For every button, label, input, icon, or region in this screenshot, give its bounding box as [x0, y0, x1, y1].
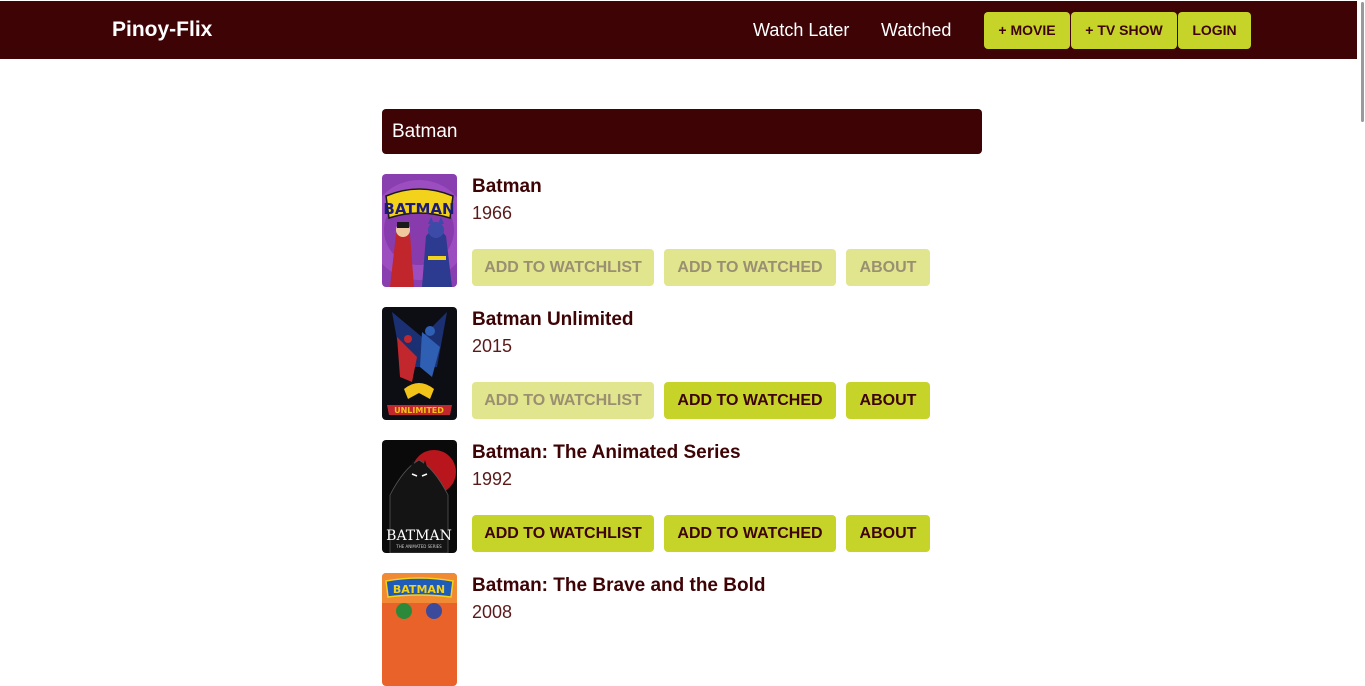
result-title[interactable]: Batman Unlimited: [472, 308, 634, 332]
result-title[interactable]: Batman: The Brave and the Bold: [472, 574, 766, 598]
poster-title-text: BATMAN: [383, 200, 454, 218]
nav-watched[interactable]: Watched: [881, 1, 951, 59]
brand-logo[interactable]: Pinoy-Flix: [112, 1, 212, 59]
poster-title-text: UNLIMITED: [394, 406, 444, 415]
result-year: 2015: [472, 336, 513, 356]
add-to-watchlist-button[interactable]: ADD TO WATCHLIST: [472, 382, 654, 419]
nav-watch-later[interactable]: Watch Later: [753, 1, 849, 59]
scrollbar[interactable]: [1357, 0, 1365, 610]
result-item: BATMAN Batman 1966 ADD TO WATCHLIST ADD …: [382, 174, 982, 287]
poster-image[interactable]: BATMAN: [382, 573, 457, 686]
result-title[interactable]: Batman: [472, 175, 542, 199]
scrollbar-thumb[interactable]: [1361, 2, 1364, 122]
about-button[interactable]: ABOUT: [846, 249, 930, 286]
result-title[interactable]: Batman: The Animated Series: [472, 441, 741, 465]
poster-title-text: BATMAN: [386, 528, 452, 544]
add-to-watchlist-button[interactable]: ADD TO WATCHLIST: [472, 249, 654, 286]
about-button[interactable]: ABOUT: [846, 515, 930, 552]
search-input[interactable]: Batman: [382, 109, 982, 154]
result-item: BATMAN THE ANIMATED SERIES Batman: The A…: [382, 440, 982, 553]
poster-image[interactable]: BATMAN: [382, 174, 457, 287]
add-movie-button[interactable]: + MOVIE: [984, 12, 1070, 49]
add-to-watched-button[interactable]: ADD TO WATCHED: [664, 249, 836, 286]
result-year: 1992: [472, 469, 513, 489]
navbar: Pinoy-Flix Watch Later Watched + MOVIE +…: [0, 1, 1365, 59]
result-item: UNLIMITED Batman Unlimited 2015 ADD TO W…: [382, 307, 982, 420]
add-to-watched-button[interactable]: ADD TO WATCHED: [664, 515, 836, 552]
poster-title-text: BATMAN: [393, 583, 445, 596]
result-item: BATMAN Batman: The Brave and the Bold 20…: [382, 573, 982, 686]
poster-image[interactable]: UNLIMITED: [382, 307, 457, 420]
about-button[interactable]: ABOUT: [846, 382, 930, 419]
add-to-watchlist-button[interactable]: ADD TO WATCHLIST: [472, 515, 654, 552]
add-tv-show-button[interactable]: + TV SHOW: [1071, 12, 1177, 49]
login-button[interactable]: LOGIN: [1178, 12, 1251, 49]
result-year: 1966: [472, 203, 513, 223]
poster-image[interactable]: BATMAN THE ANIMATED SERIES: [382, 440, 457, 553]
add-to-watched-button[interactable]: ADD TO WATCHED: [664, 382, 836, 419]
poster-subtitle-text: THE ANIMATED SERIES: [395, 544, 442, 549]
result-year: 2008: [472, 602, 513, 622]
